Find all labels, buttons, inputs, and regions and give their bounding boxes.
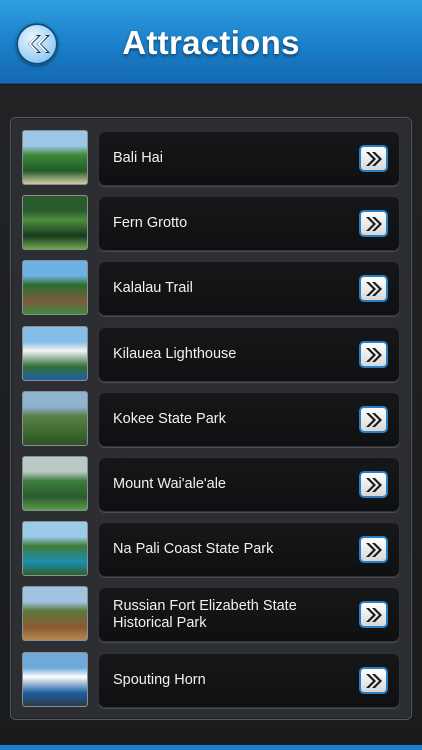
list-item[interactable]: Mount Wai'ale'ale bbox=[22, 456, 400, 514]
attraction-button[interactable]: Na Pali Coast State Park bbox=[98, 522, 400, 577]
attraction-thumbnail[interactable] bbox=[22, 326, 88, 381]
double-chevron-right-icon[interactable] bbox=[359, 145, 388, 172]
attraction-thumbnail[interactable] bbox=[22, 391, 88, 446]
double-chevron-right-icon[interactable] bbox=[359, 406, 388, 433]
list-item[interactable]: Kilauea Lighthouse bbox=[22, 326, 400, 384]
attraction-button[interactable]: Kilauea Lighthouse bbox=[98, 327, 400, 382]
attraction-button[interactable]: Russian Fort Elizabeth State Historical … bbox=[98, 587, 400, 642]
attraction-thumbnail[interactable] bbox=[22, 521, 88, 576]
double-chevron-right-icon[interactable] bbox=[359, 536, 388, 563]
list-item[interactable]: Bali Hai bbox=[22, 130, 400, 188]
attraction-thumbnail[interactable] bbox=[22, 195, 88, 250]
attraction-label: Kilauea Lighthouse bbox=[113, 346, 237, 362]
attraction-label: Fern Grotto bbox=[113, 215, 188, 231]
attraction-button[interactable]: Mount Wai'ale'ale bbox=[98, 457, 400, 512]
double-chevron-right-icon[interactable] bbox=[359, 667, 388, 694]
attraction-button[interactable]: Spouting Horn bbox=[98, 653, 400, 708]
attraction-thumbnail[interactable] bbox=[22, 456, 88, 511]
attraction-label: Spouting Horn bbox=[113, 672, 206, 688]
double-chevron-right-icon[interactable] bbox=[359, 275, 388, 302]
top-bar: Attractions bbox=[0, 0, 422, 84]
page-title: Attractions bbox=[122, 24, 300, 61]
double-chevron-right-icon[interactable] bbox=[359, 341, 388, 368]
attraction-button[interactable]: Bali Hai bbox=[98, 131, 400, 186]
list-item[interactable]: Kalalau Trail bbox=[22, 260, 400, 318]
attraction-thumbnail[interactable] bbox=[22, 586, 88, 641]
list-item[interactable]: Fern Grotto bbox=[22, 195, 400, 253]
attraction-label: Kokee State Park bbox=[113, 411, 226, 427]
attraction-label: Mount Wai'ale'ale bbox=[113, 476, 226, 492]
list-item[interactable]: Na Pali Coast State Park bbox=[22, 521, 400, 579]
double-chevron-right-icon[interactable] bbox=[359, 210, 388, 237]
double-chevron-right-icon[interactable] bbox=[359, 601, 388, 628]
bottom-accent-bar bbox=[0, 745, 422, 750]
attraction-label: Russian Fort Elizabeth State Historical … bbox=[113, 597, 297, 631]
list-item[interactable]: Kokee State Park bbox=[22, 391, 400, 449]
attraction-label: Kalalau Trail bbox=[113, 280, 193, 296]
attraction-thumbnail[interactable] bbox=[22, 260, 88, 315]
attraction-label: Na Pali Coast State Park bbox=[113, 541, 274, 557]
attraction-thumbnail[interactable] bbox=[22, 130, 88, 185]
double-chevron-right-icon[interactable] bbox=[359, 471, 388, 498]
attraction-button[interactable]: Kokee State Park bbox=[98, 392, 400, 447]
attraction-button[interactable]: Kalalau Trail bbox=[98, 261, 400, 316]
attraction-thumbnail[interactable] bbox=[22, 652, 88, 707]
list-item[interactable]: Spouting Horn bbox=[22, 652, 400, 710]
attraction-button[interactable]: Fern Grotto bbox=[98, 196, 400, 251]
attraction-label: Bali Hai bbox=[113, 150, 163, 166]
list-item[interactable]: Russian Fort Elizabeth State Historical … bbox=[22, 586, 400, 644]
